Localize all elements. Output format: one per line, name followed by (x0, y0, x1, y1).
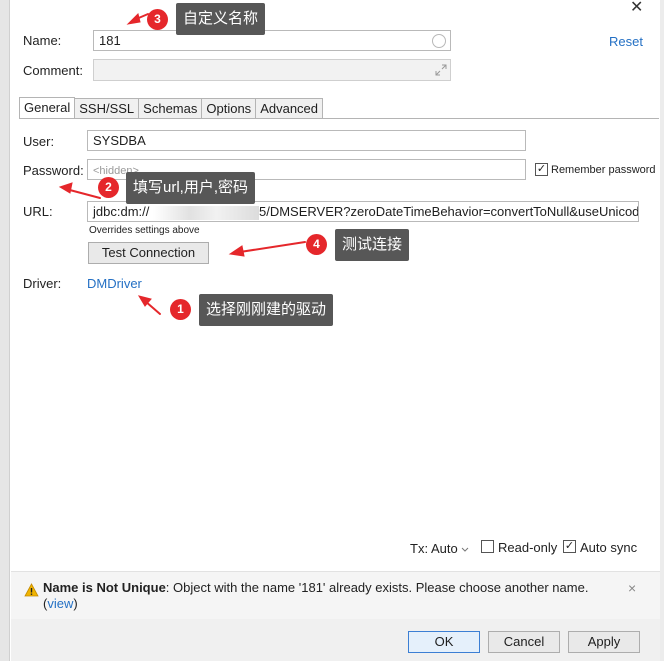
annotation-label-2: 填写url,用户,密码 (126, 172, 256, 204)
annotation-badge-3: 3 (147, 9, 168, 30)
annotation-arrowhead-4 (228, 245, 245, 257)
annotation-label-3: 自定义名称 (176, 3, 266, 35)
annotation-badge-2: 2 (98, 177, 119, 198)
annotation-arrow-2 (65, 188, 101, 199)
annotation-arrowhead-2 (58, 182, 73, 194)
annotation-label-4: 测试连接 (335, 229, 410, 261)
annotation-arrowhead-3 (126, 13, 141, 25)
annotation-arrow-4 (239, 241, 306, 253)
annotation-badge-1: 1 (170, 299, 191, 320)
annotation-arrows (58, 13, 306, 315)
annotation-badge-4: 4 (306, 234, 327, 255)
annotation-label-1: 选择刚刚建的驱动 (199, 294, 334, 326)
